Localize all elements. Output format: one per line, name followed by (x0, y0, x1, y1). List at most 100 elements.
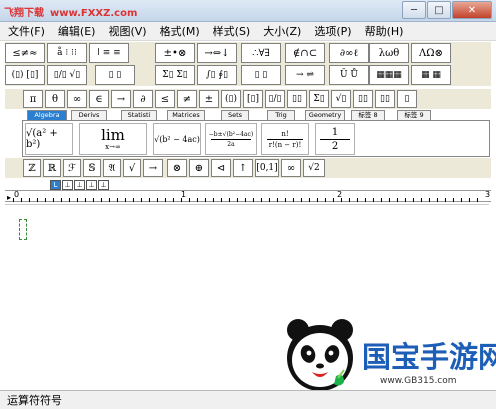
relations-palette-button[interactable]: ≤≠≈ (5, 43, 45, 63)
empty-slot-placeholder[interactable] (19, 219, 27, 240)
reals-symbol-button[interactable]: ℝ (43, 159, 61, 177)
ruler-label-1: 1 (181, 190, 187, 199)
tab-sets[interactable]: Sets (221, 110, 249, 120)
tab-trig[interactable]: Trig (267, 110, 295, 120)
one-half-template[interactable]: 1 2 (315, 123, 355, 155)
half-denominator: 2 (331, 140, 339, 152)
circled-plus-symbol-button[interactable]: ⊕ (189, 159, 209, 177)
arrow-symbol-button[interactable]: → (111, 90, 131, 108)
greek-upper-palette-button[interactable]: ΛΩ⊗ (411, 43, 451, 63)
fraction-template-button[interactable]: ▯/▯ (265, 90, 285, 108)
operators-palette-button[interactable]: ±•⊗ (155, 43, 195, 63)
superscript-template-button[interactable]: ▯▯ (353, 90, 373, 108)
ruler-label-3: 3 (485, 190, 491, 199)
indent-marker[interactable]: ▸ (7, 193, 11, 202)
limit-template[interactable]: lim x→∞ (79, 123, 147, 155)
ruler[interactable]: ▸ 0 1 2 3 (5, 190, 491, 202)
embellishments-palette-button[interactable]: ǀ ≡ ≡ (89, 43, 129, 63)
fraction-radical-templates-button[interactable]: ▯/▯ √▯ (47, 65, 87, 85)
tab-algebra[interactable]: Algebra (27, 110, 67, 120)
not-equal-symbol-button[interactable]: ≠ (177, 90, 197, 108)
fence-templates-button[interactable]: (▯) [▯] (5, 65, 45, 85)
matrix-grid-templates-button[interactable]: ▦ ▦ (411, 65, 451, 85)
center-tab-stop-button[interactable]: ⊥ (62, 180, 73, 190)
arrows-palette-button[interactable]: →⇔↓ (197, 43, 237, 63)
spaces-palette-button[interactable]: å ⁝ ⁝⁝ (47, 43, 87, 63)
watermark-brand-text: 国宝手游网 (362, 340, 496, 374)
integral-templates-button[interactable]: ∫▯ ∮▯ (197, 65, 237, 85)
fraktur-symbol-button[interactable]: 𝔄 (103, 159, 121, 177)
integers-symbol-button[interactable]: ℤ (23, 159, 41, 177)
summation-templates-button[interactable]: Σ▯ Σ▯ (155, 65, 195, 85)
relation-tab-stop-button[interactable]: ⊥ (86, 180, 97, 190)
infinity-symbol-button[interactable]: ∞ (281, 159, 301, 177)
tab-derivs[interactable]: Derivs (71, 110, 107, 120)
tab-matrices[interactable]: Matrices (167, 110, 205, 120)
logic-palette-button[interactable]: ∴∀∃ (241, 43, 281, 63)
maximize-button[interactable]: □ (427, 1, 451, 19)
script-f-symbol-button[interactable]: ℱ (63, 159, 81, 177)
menu-view[interactable]: 视图(V) (108, 23, 146, 39)
left-tab-stop-button[interactable]: L (50, 180, 61, 190)
partial-symbol-button[interactable]: ∂ (133, 90, 153, 108)
pi-symbol-button[interactable]: π (23, 90, 43, 108)
small-bar-row: π θ ∞ ∈ → ∂ ≤ ≠ ± (▯) [▯] ▯/▯ ▯▯ Σ▯ √▯ ▯… (5, 89, 491, 109)
tab-geometry[interactable]: Geometry (305, 110, 345, 120)
watermark-logo: 国宝手游网 www.GB315.com (282, 316, 496, 398)
right-arrow-symbol-button[interactable]: → (143, 159, 163, 177)
tab-statistics[interactable]: Statisti (121, 110, 157, 120)
triangle-left-symbol-button[interactable]: ⊲ (211, 159, 231, 177)
matrix-templates-button[interactable]: ▦▦▦ (369, 65, 409, 85)
pythagorean-template[interactable]: √(a² + b²) (25, 123, 73, 155)
circled-times-symbol-button[interactable]: ⊗ (167, 159, 187, 177)
watermark-url: www.GB315.com (380, 376, 457, 386)
misc-palette-button[interactable]: ∂∞ℓ (329, 43, 369, 63)
panda-mascot-icon (287, 319, 353, 391)
radical-symbol-button[interactable]: √ (123, 159, 141, 177)
quadratic-formula-template[interactable]: −b±√(b²−4ac) 2a (205, 123, 257, 155)
tab-label-9[interactable]: 标签 9 (397, 110, 431, 120)
bar-templates-button[interactable]: ▯ ▯ (241, 65, 281, 85)
fraction-bar (211, 138, 251, 140)
parentheses-template-button[interactable]: (▯) (221, 90, 241, 108)
menu-help[interactable]: 帮助(H) (365, 23, 404, 39)
subscript-template-button[interactable]: ▯▯ (287, 90, 307, 108)
plus-minus-symbol-button[interactable]: ± (199, 90, 219, 108)
menu-size[interactable]: 大小(Z) (263, 23, 301, 39)
site-url: www.FXXZ.com (50, 8, 138, 19)
menu-edit[interactable]: 编辑(E) (58, 23, 96, 39)
expression-template-panel: √(a² + b²) lim x→∞ √(b² − 4ac) −b±√(b²−4… (22, 120, 490, 157)
menu-format[interactable]: 格式(M) (160, 23, 200, 39)
up-arrow-symbol-button[interactable]: ↑ (233, 159, 253, 177)
products-templates-button[interactable]: Ū Ů (329, 65, 369, 85)
interval-symbol-button[interactable]: [0,1] (255, 159, 279, 177)
script-templates-button[interactable]: ▯ ▯ (95, 65, 135, 85)
sqrt-two-symbol-button[interactable]: √2 (303, 159, 325, 177)
tab-label-8[interactable]: 标签 8 (351, 110, 385, 120)
discriminant-template[interactable]: √(b² − 4ac) (153, 123, 201, 155)
summation-template-button[interactable]: Σ▯ (309, 90, 329, 108)
sqrt-template-button[interactable]: √▯ (331, 90, 351, 108)
brackets-template-button[interactable]: [▯] (243, 90, 263, 108)
combination-template[interactable]: n! r!(n − r)! (261, 123, 309, 155)
labeled-arrow-templates-button[interactable]: → ⇌ (285, 65, 325, 85)
menu-style[interactable]: 样式(S) (213, 23, 251, 39)
theta-symbol-button[interactable]: θ (45, 90, 65, 108)
status-bar: 运算符符号 (0, 390, 496, 409)
minimize-button[interactable]: ─ (402, 1, 426, 19)
box-template-button[interactable]: ▯ (397, 90, 417, 108)
greek-lower-palette-button[interactable]: λωθ (369, 43, 409, 63)
double-s-symbol-button[interactable]: 𝕊 (83, 159, 101, 177)
matrix-template-button[interactable]: ▯▯ (375, 90, 395, 108)
less-equal-symbol-button[interactable]: ≤ (155, 90, 175, 108)
sets-palette-button[interactable]: ∉∩⊂ (285, 43, 325, 63)
decimal-tab-stop-button[interactable]: ⊥ (98, 180, 109, 190)
ruler-label-2: 2 (337, 190, 343, 199)
element-of-symbol-button[interactable]: ∈ (89, 90, 109, 108)
menu-file[interactable]: 文件(F) (8, 23, 45, 39)
infinity-symbol-button[interactable]: ∞ (67, 90, 87, 108)
menu-options[interactable]: 选项(P) (314, 23, 351, 39)
combination-denominator: r!(n − r)! (268, 140, 302, 149)
close-button[interactable]: ✕ (452, 1, 492, 19)
right-tab-stop-button[interactable]: ⊥ (74, 180, 85, 190)
